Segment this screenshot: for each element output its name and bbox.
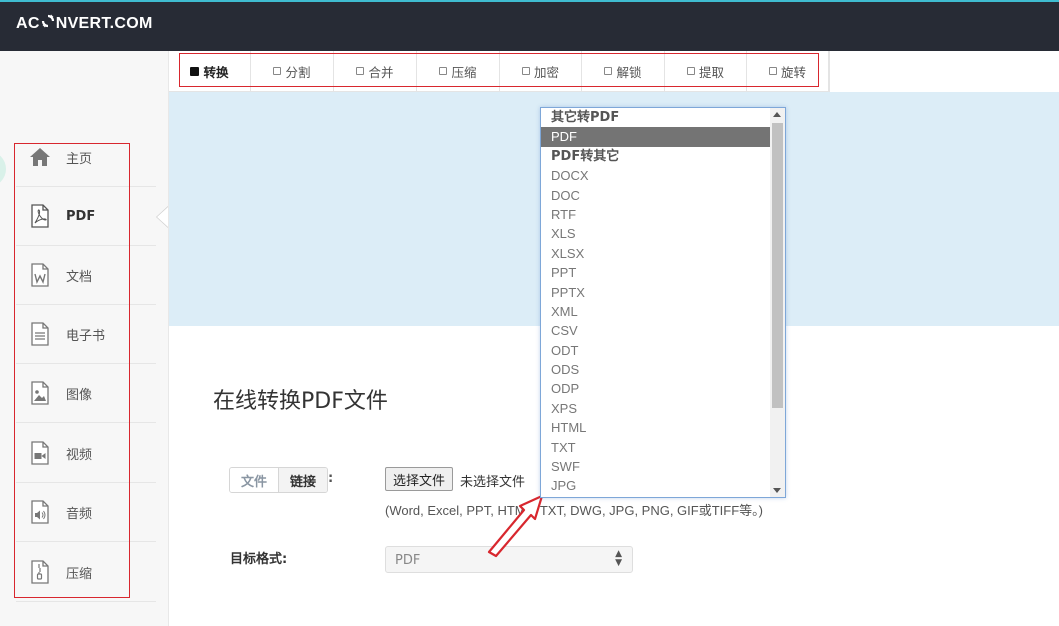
dropdown-group-header: 其它转PDF — [551, 110, 620, 125]
scroll-up-arrow-icon[interactable] — [773, 112, 781, 117]
dropdown-option[interactable]: ODP — [541, 379, 770, 398]
scroll-down-arrow-icon[interactable] — [773, 488, 781, 493]
dropdown-option[interactable]: ODS — [541, 360, 770, 379]
site-logo[interactable]: AC NVERT.COM — [16, 14, 153, 33]
select-arrows-icon: ▲ ▼ — [615, 549, 622, 568]
dropdown-option[interactable]: XML — [541, 302, 770, 321]
dropdown-option[interactable]: ODT — [541, 341, 770, 360]
source-link-tab[interactable]: 链接 — [278, 468, 328, 492]
supported-formats-hint: (Word, Excel, PPT, HTML, TXT, DWG, JPG, … — [385, 503, 763, 518]
dropdown-option[interactable]: SWF — [541, 457, 770, 476]
choose-file-button[interactable]: 选择文件 — [385, 467, 454, 491]
scrollbar-thumb[interactable] — [772, 123, 783, 408]
dropdown-option[interactable]: XLS — [541, 224, 770, 243]
dropdown-option[interactable]: JPG — [541, 476, 770, 495]
dropdown-option[interactable]: XLSX — [541, 244, 770, 263]
logo-text-right: NVERT.COM — [55, 14, 153, 32]
dropdown-options-list: 其它转PDF PDF PDF转其它 DOCX DOC RTF XLS XLSX PPT PPTX X… — [541, 108, 770, 496]
source-colon: : — [328, 471, 334, 486]
dropdown-option[interactable]: PPTX — [541, 283, 770, 302]
dropdown-option[interactable]: PDF — [541, 127, 770, 147]
tabs-annotation-box — [179, 53, 819, 87]
active-item-pointer — [157, 207, 168, 227]
dropdown-option[interactable]: PPT — [541, 263, 770, 282]
dropdown-scrollbar[interactable] — [770, 108, 785, 497]
target-format-label: 目标格式: — [230, 552, 288, 567]
dropdown-option[interactable]: TXT — [541, 438, 770, 457]
top-navigation-bar: AC NVERT.COM — [0, 0, 1059, 51]
dropdown-option[interactable]: RTF — [541, 205, 770, 224]
dropdown-option[interactable]: CSV — [541, 321, 770, 340]
sidebar-annotation-box — [14, 143, 130, 598]
top-accent-line — [0, 0, 1059, 2]
source-type-toggle: 文件 链接 — [229, 467, 329, 493]
dropdown-option[interactable]: DOC — [541, 186, 770, 205]
dropdown-option[interactable]: HTML — [541, 418, 770, 437]
target-format-dropdown[interactable]: 其它转PDF PDF PDF转其它 DOCX DOC RTF XLS XLSX PPT PPTX X… — [540, 107, 786, 498]
dropdown-option[interactable]: DOCX — [541, 166, 770, 185]
source-file-tab[interactable]: 文件 — [230, 468, 279, 492]
page-title: 在线转换PDF文件 — [213, 389, 388, 414]
logo-text-left: AC — [16, 14, 40, 32]
target-format-value: PDF — [395, 553, 421, 568]
dropdown-option[interactable]: XPS — [541, 399, 770, 418]
logo-refresh-icon — [40, 14, 56, 33]
dropdown-group-header: PDF转其它 — [551, 148, 620, 164]
